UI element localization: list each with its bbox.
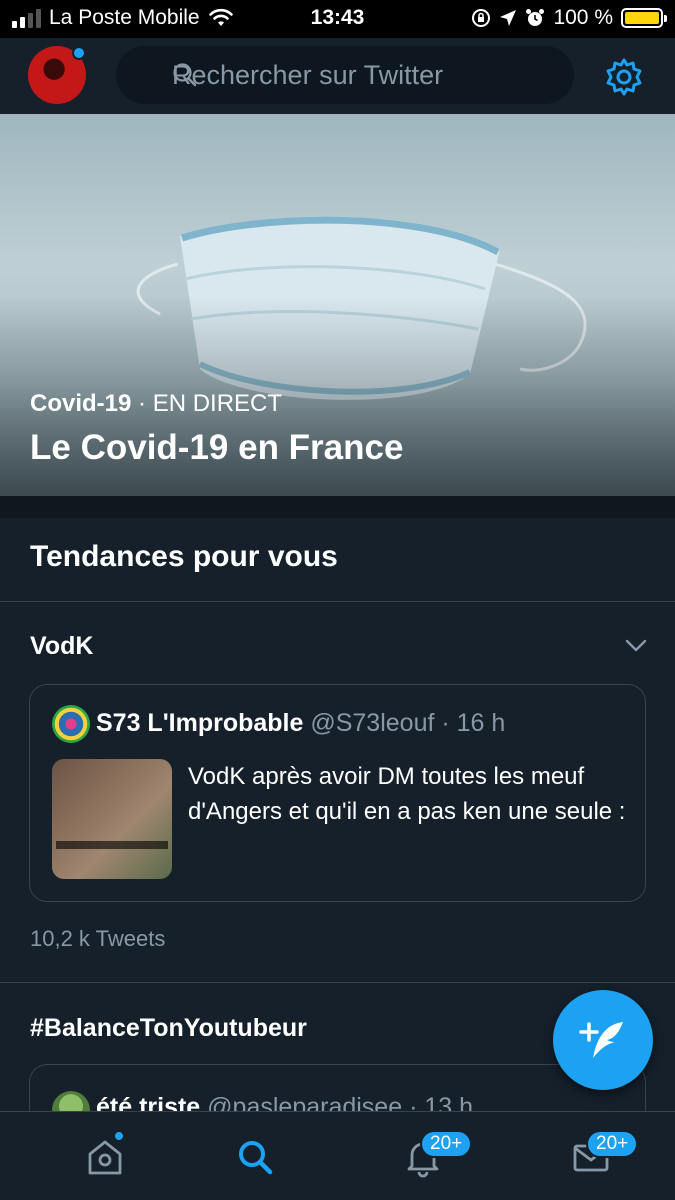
battery-percent: 100 %	[553, 6, 613, 29]
section-gap	[0, 496, 675, 518]
tweet-author-avatar	[52, 705, 90, 743]
tweet-author-line: S73 L'Improbable @S73leouf · 16 h	[96, 709, 505, 738]
tweet-author-name: S73 L'Improbable	[96, 709, 304, 737]
tab-messages[interactable]: 20+	[506, 1112, 674, 1200]
location-icon	[500, 10, 517, 26]
tweet-author-meta: @S73leouf · 16 h	[310, 709, 506, 737]
avatar-notification-dot	[72, 46, 86, 60]
bottom-tab-bar: 20+ 20+	[0, 1111, 675, 1200]
divider	[0, 982, 675, 983]
trend-name-vodk[interactable]: VodK	[30, 632, 93, 661]
embedded-tweet-card[interactable]: S73 L'Improbable @S73leouf · 16 h VodK a…	[29, 684, 646, 902]
alarm-icon	[526, 9, 545, 26]
event-separator: ·	[131, 390, 153, 417]
tweet-text: VodK après avoir DM toutes les meuf d'An…	[188, 763, 626, 825]
compose-tweet-button[interactable]	[553, 990, 653, 1090]
status-bar: La Poste Mobile 13:43 100 %	[0, 0, 675, 38]
search-icon	[173, 63, 197, 87]
battery-icon	[621, 8, 667, 28]
event-category: Covid-19	[30, 390, 132, 417]
status-right: 100 %	[471, 6, 667, 30]
home-icon	[88, 1140, 122, 1175]
tab-notifications[interactable]: 20+	[338, 1112, 506, 1200]
event-kicker: Covid-19 · EN DIRECT	[30, 390, 282, 418]
home-unread-dot	[113, 1130, 125, 1142]
tab-home[interactable]	[20, 1112, 188, 1200]
tweet-media-thumbnail[interactable]	[52, 759, 172, 879]
event-title: Le Covid-19 en France	[30, 428, 404, 467]
event-live-status: EN DIRECT	[152, 390, 283, 417]
featured-event-banner[interactable]: Covid-19 · EN DIRECT Le Covid-19 en Fran…	[0, 114, 675, 496]
chevron-down-icon[interactable]	[624, 636, 648, 654]
compose-icon	[577, 1014, 629, 1071]
messages-badge: 20+	[586, 1130, 639, 1158]
trends-heading: Tendances pour vous	[30, 540, 338, 573]
notifications-badge: 20+	[420, 1130, 473, 1158]
top-header: Rechercher sur Twitter	[0, 38, 675, 114]
tab-explore[interactable]	[170, 1112, 338, 1200]
settings-gear-icon[interactable]	[604, 57, 644, 97]
search-placeholder: Rechercher sur Twitter	[172, 59, 444, 90]
trend-name-balancetonyoutubeur[interactable]: #BalanceTonYoutubeur	[30, 1014, 307, 1043]
divider	[0, 601, 675, 602]
orientation-lock-icon	[472, 9, 491, 27]
search-icon	[239, 1141, 273, 1175]
trend-tweet-count: 10,2 k Tweets	[30, 926, 166, 951]
